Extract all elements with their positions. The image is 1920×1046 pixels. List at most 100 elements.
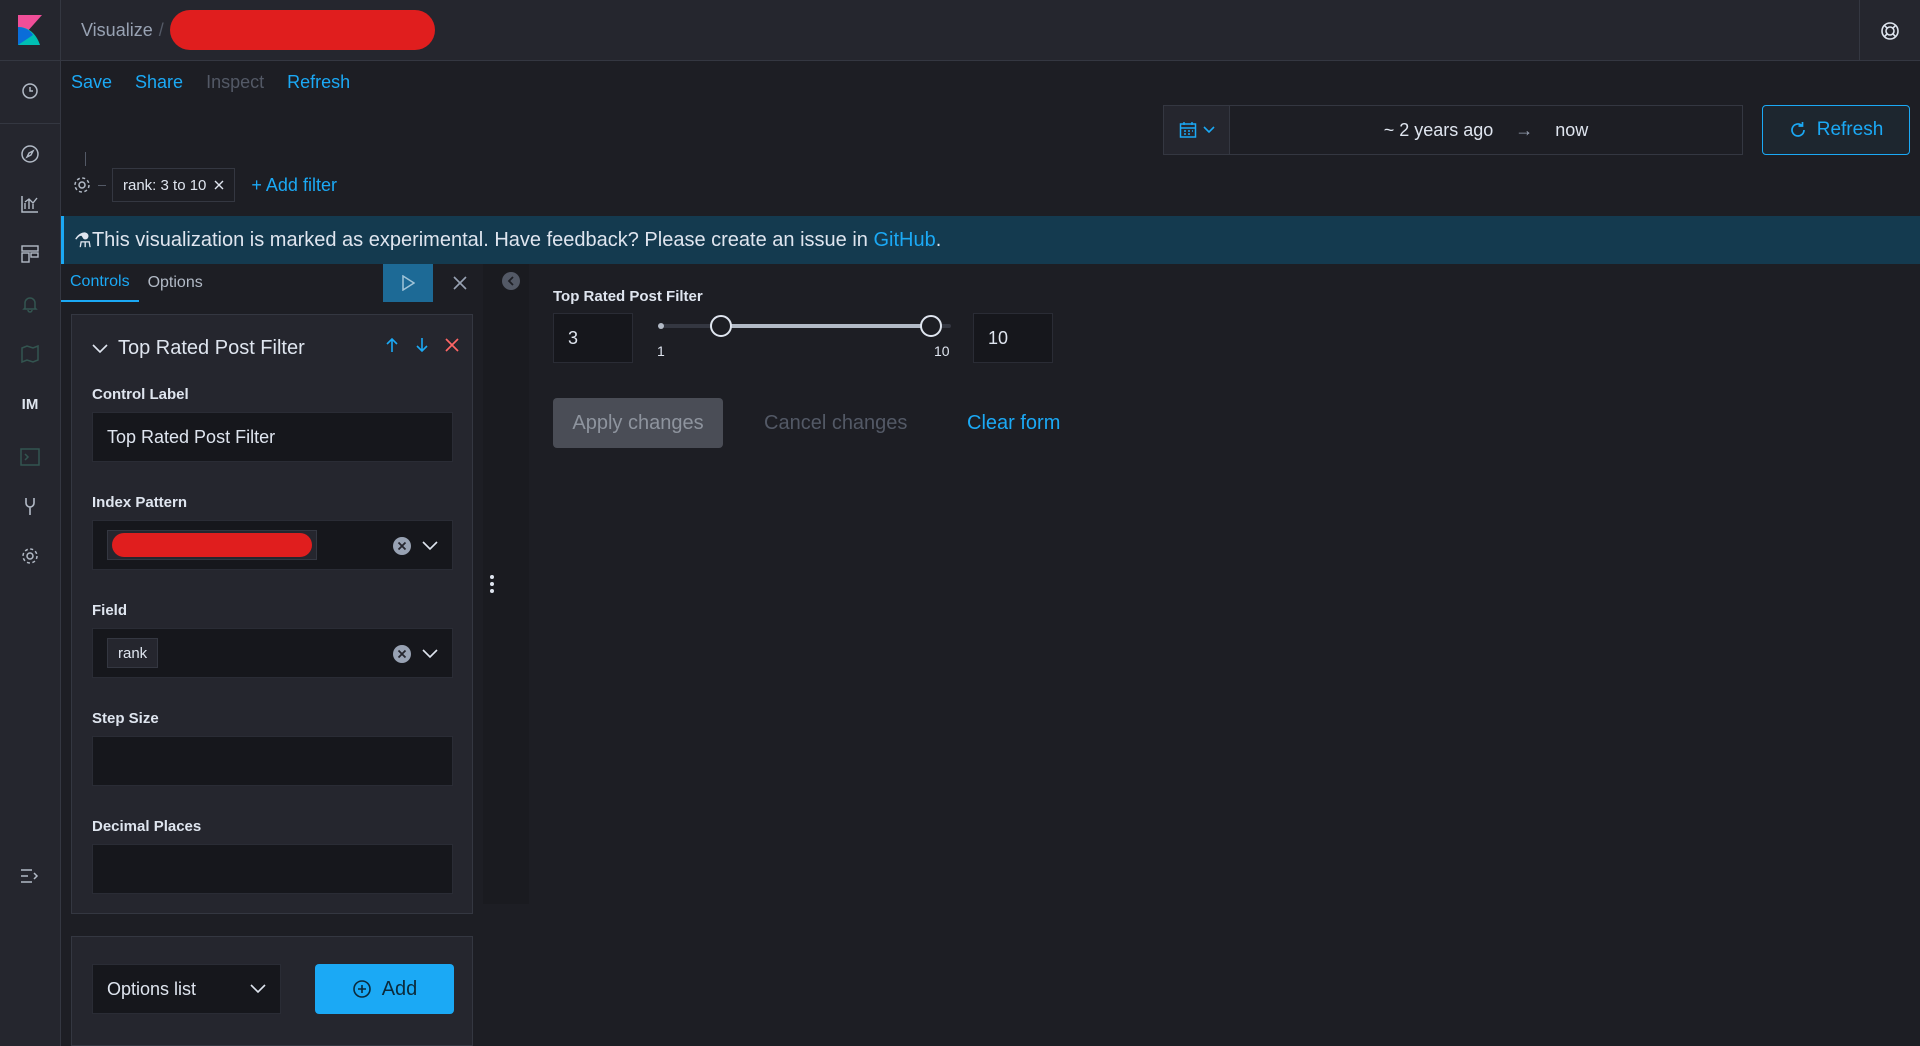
nav-management[interactable] — [0, 536, 60, 576]
tab-controls[interactable]: Controls — [61, 264, 139, 302]
index-pattern-pill[interactable] — [107, 530, 317, 560]
collapse-sidebar-button[interactable] — [502, 272, 520, 290]
nav-maps[interactable] — [0, 334, 60, 374]
map-icon — [21, 345, 39, 363]
field-icons — [392, 644, 438, 664]
collapse-menu-icon — [21, 869, 39, 883]
index-pattern-label: Index Pattern — [92, 494, 188, 511]
slider-selected-range — [721, 324, 931, 328]
close-icon — [453, 276, 467, 290]
move-down-icon[interactable] — [414, 337, 430, 353]
tab-options[interactable]: Options — [139, 264, 212, 302]
field-pill[interactable]: rank — [107, 638, 159, 668]
side-navigation: IM — [0, 61, 61, 1046]
nav-console[interactable] — [0, 437, 60, 477]
slider-high-thumb[interactable] — [920, 315, 942, 337]
remove-control-icon[interactable] — [444, 337, 460, 353]
callout-suffix: . — [935, 228, 942, 251]
apply-editor-button[interactable] — [383, 264, 433, 302]
time-start[interactable]: ~ 2 years ago — [1384, 120, 1494, 141]
field-label: Field — [92, 602, 128, 619]
refresh-icon — [1790, 122, 1805, 137]
nav-alerting[interactable] — [0, 284, 60, 324]
github-link[interactable]: GitHub — [873, 229, 935, 252]
slider-low-thumb[interactable] — [710, 315, 732, 337]
quick-select-button[interactable] — [1164, 106, 1230, 154]
nav-recently-viewed[interactable] — [0, 71, 60, 111]
gear-icon — [22, 548, 38, 564]
discard-editor-button[interactable] — [444, 264, 476, 302]
time-range: ~ 2 years ago → now — [1230, 106, 1742, 154]
refresh-link[interactable]: Refresh — [287, 72, 350, 93]
clear-form-button[interactable]: Clear form — [967, 398, 1060, 448]
chevron-down-icon[interactable] — [422, 541, 438, 551]
close-icon[interactable] — [214, 180, 224, 190]
clear-icon[interactable] — [392, 644, 412, 664]
play-icon — [402, 275, 415, 291]
clock-icon — [22, 83, 38, 99]
range-control-title: Top Rated Post Filter — [553, 288, 703, 305]
experimental-callout: ⚗ This visualization is marked as experi… — [61, 216, 1920, 264]
range-slider[interactable]: 1 10 — [653, 313, 953, 363]
nav-dashboard[interactable] — [0, 234, 60, 274]
slider-min-label: 1 — [657, 343, 665, 359]
add-control-panel: Options list Add — [71, 936, 473, 1046]
plus-circle-icon — [352, 980, 371, 998]
save-link[interactable]: Save — [71, 72, 112, 93]
nav-visualize[interactable] — [0, 184, 60, 224]
kibana-logo[interactable] — [0, 0, 61, 61]
step-size-input[interactable] — [92, 736, 453, 786]
clear-icon[interactable] — [392, 536, 412, 556]
control-header[interactable]: Top Rated Post Filter — [92, 337, 305, 360]
filter-pill-label: rank: 3 to 10 — [123, 176, 207, 194]
share-link[interactable]: Share — [135, 72, 183, 93]
add-filter-button[interactable]: + Add filter — [251, 175, 337, 196]
control-type-value: Options list — [107, 978, 197, 999]
decimal-places-input[interactable] — [92, 844, 453, 894]
filter-bar: rank: 3 to 10 + Add filter — [72, 168, 337, 202]
chevron-down-icon[interactable] — [92, 343, 108, 354]
control-type-select[interactable]: Options list — [92, 964, 281, 1014]
filter-options-button[interactable] — [72, 175, 92, 195]
control-label-label: Control Label — [92, 386, 189, 403]
breadcrumb-visualize[interactable]: Visualize — [81, 20, 153, 41]
help-menu-button[interactable] — [1859, 0, 1920, 61]
filter-tick — [85, 152, 86, 166]
redacted-index-pattern — [112, 533, 312, 557]
decimal-places-label: Decimal Places — [92, 818, 202, 835]
filter-pill[interactable]: rank: 3 to 10 — [112, 168, 236, 202]
nav-collapse[interactable] — [0, 856, 60, 896]
time-end[interactable]: now — [1555, 120, 1588, 141]
nav-discover[interactable] — [0, 134, 60, 174]
range-max-input[interactable]: 10 — [973, 313, 1053, 363]
range-min-input[interactable]: 3 — [553, 313, 633, 363]
refresh-button[interactable]: Refresh — [1762, 105, 1910, 155]
resize-handle-icon[interactable] — [483, 575, 501, 593]
add-control-button[interactable]: Add — [315, 964, 454, 1014]
visualize-icon — [21, 196, 38, 213]
editor-splitter[interactable] — [483, 264, 529, 904]
nav-dev-tools[interactable] — [0, 486, 60, 526]
add-control-label: Add — [381, 977, 418, 1000]
filter-dash — [98, 184, 106, 186]
time-arrow-icon: → — [1515, 119, 1534, 140]
apply-changes-button[interactable]: Apply changes — [553, 398, 723, 448]
refresh-button-label: Refresh — [1816, 119, 1884, 140]
index-pattern-icons — [392, 536, 438, 556]
move-up-icon[interactable] — [384, 337, 400, 353]
dashboard-icon — [21, 245, 39, 263]
kibana-logo-icon — [18, 15, 42, 45]
alert-bell-icon — [22, 297, 38, 313]
nav-divider — [0, 123, 60, 124]
gear-icon — [74, 177, 90, 193]
slider-max-label: 10 — [934, 343, 950, 359]
index-pattern-combobox[interactable] — [92, 520, 453, 570]
slider-min-tick — [658, 323, 664, 329]
control-label-input[interactable]: Top Rated Post Filter — [92, 412, 453, 462]
inspect-link: Inspect — [206, 72, 265, 92]
field-combobox[interactable]: rank — [92, 628, 453, 678]
chevron-down-icon[interactable] — [422, 649, 438, 659]
nav-im-app[interactable]: IM — [0, 384, 60, 424]
chevron-left-icon — [507, 276, 514, 286]
chevron-down-icon — [250, 984, 266, 994]
